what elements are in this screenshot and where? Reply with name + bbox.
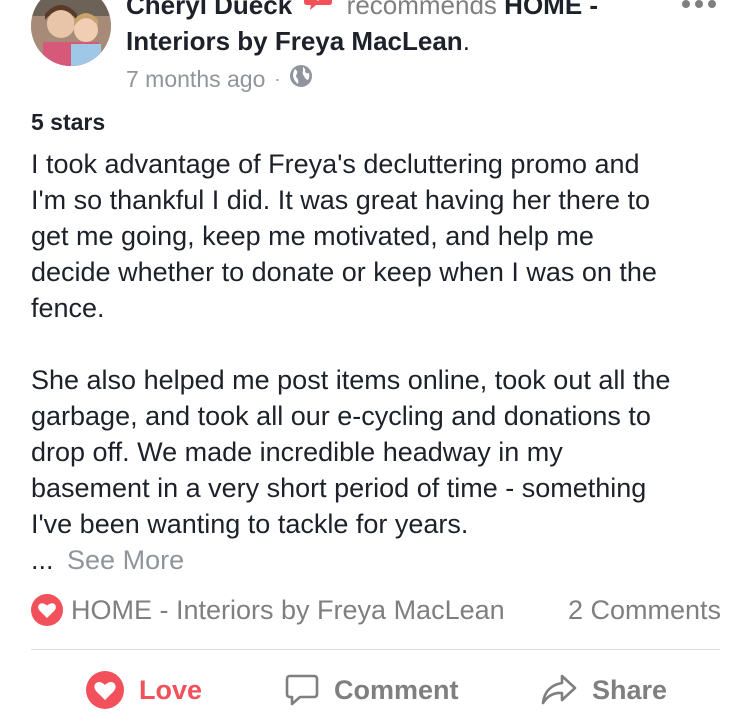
review-line: decide whether to donate or keep when I … xyxy=(31,257,657,287)
review-line: garbage, and took all our e-cycling and … xyxy=(31,401,651,431)
ellipsis: ... xyxy=(31,545,54,575)
reactions-summary: HOME - Interiors by Freya MacLean 2 Comm… xyxy=(31,592,721,628)
review-post: Cheryl Dueck recommends HOME - Interiors… xyxy=(0,0,750,726)
post-meta: 7 months ago · xyxy=(126,64,313,94)
action-bar: Love Comment Share xyxy=(0,668,750,712)
page-name-period: . xyxy=(462,26,470,56)
review-line: She also helped me post items online, to… xyxy=(31,365,671,395)
heart-icon xyxy=(85,670,125,710)
avatar[interactable] xyxy=(31,0,111,66)
share-button[interactable]: Share xyxy=(540,668,667,712)
recommends-text: recommends xyxy=(346,0,497,20)
review-line: drop off. We made incredible headway in … xyxy=(31,437,563,467)
review-line: I've been wanting to tackle for years. xyxy=(31,509,469,539)
share-icon xyxy=(540,672,578,708)
author-name[interactable]: Cheryl Dueck xyxy=(126,0,292,20)
comment-icon xyxy=(284,672,320,708)
comment-button[interactable]: Comment xyxy=(284,668,459,712)
review-line: fence. xyxy=(31,293,105,323)
rating-label: 5 stars xyxy=(31,109,106,135)
review-line: basement in a very short period of time … xyxy=(31,473,647,503)
comments-count[interactable]: 2 Comments xyxy=(568,595,721,626)
page-name-part2[interactable]: Interiors by Freya MacLean xyxy=(126,26,463,56)
see-more-link[interactable]: See More xyxy=(67,545,184,575)
divider xyxy=(31,649,720,650)
recommendation-icon xyxy=(303,0,333,20)
timestamp[interactable]: 7 months ago xyxy=(126,66,265,93)
see-more-row: ... See More xyxy=(31,542,184,578)
review-line: get me going, keep me motivated, and hel… xyxy=(31,221,594,251)
love-reaction-icon xyxy=(31,594,63,626)
more-options-icon[interactable] xyxy=(680,0,720,14)
comment-label: Comment xyxy=(334,674,459,705)
love-button[interactable]: Love xyxy=(85,668,202,712)
review-text: I took advantage of Freya's decluttering… xyxy=(31,146,731,542)
page-name-part1[interactable]: HOME - xyxy=(504,0,598,20)
post-header-line2: Interiors by Freya MacLean. xyxy=(126,24,470,58)
globe-icon xyxy=(289,64,313,94)
review-line: I took advantage of Freya's decluttering… xyxy=(31,149,640,179)
love-label: Love xyxy=(139,674,203,705)
reacted-by-text[interactable]: HOME - Interiors by Freya MacLean xyxy=(71,595,568,626)
meta-separator: · xyxy=(274,68,281,89)
post-header-line1: Cheryl Dueck recommends HOME - xyxy=(126,0,598,24)
share-label: Share xyxy=(592,674,668,705)
review-line: I'm so thankful I did. It was great havi… xyxy=(31,185,650,215)
